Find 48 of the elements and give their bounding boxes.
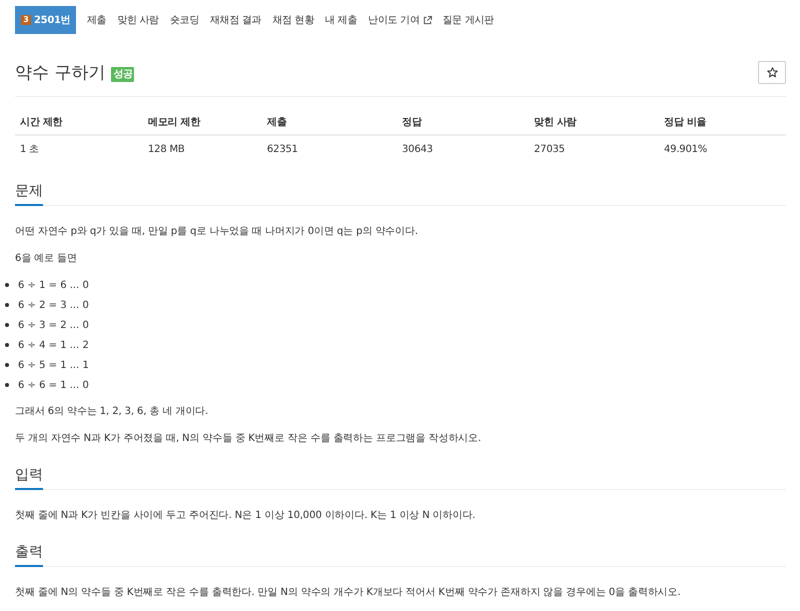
list-item: 6 ÷ 2 = 3 ... 0 xyxy=(18,298,89,312)
status-label: 성공 xyxy=(111,67,134,82)
nav-tab[interactable]: 3 2501번 xyxy=(15,6,76,34)
list-item: 6 ÷ 3 = 2 ... 0 xyxy=(18,318,89,332)
column-header: 메모리 제한 xyxy=(147,116,202,130)
column-header: 맞힌 사람 xyxy=(533,116,578,130)
bullet-icon xyxy=(5,323,9,327)
list-item: 6 ÷ 6 = 1 ... 0 xyxy=(18,378,89,392)
table-cell-text: 128 MB xyxy=(147,143,186,157)
table-cell-text: 27035 xyxy=(533,143,566,157)
table-cell-text: 30643 xyxy=(401,143,434,157)
nav-tab[interactable]: 채점 현황 xyxy=(266,6,320,34)
description-text: 그래서 6의 약수는 1, 2, 3, 6, 총 네 개이다. xyxy=(15,405,210,419)
bullet-icon xyxy=(5,383,9,387)
bullet-icon xyxy=(5,343,9,347)
bullet-icon xyxy=(5,283,9,287)
description-text: 첫째 줄에 N과 K가 빈칸을 사이에 두고 주어진다. N은 1 이상 10,000 이하이다. K는 1 이상 N 이하이다. xyxy=(15,509,476,523)
list-item: 6 ÷ 1 = 6 ... 0 xyxy=(18,278,89,292)
column-header: 제출 xyxy=(266,116,288,130)
description-text: 6을 예로 들면 xyxy=(15,252,78,266)
description-text: 어떤 자연수 p와 q가 있을 때, 만일 p를 q로 나누었을 때 나머지가 0이면 q는 p의 약수이다. xyxy=(15,225,419,239)
nav-tab[interactable]: 맞힌 사람 xyxy=(112,6,164,34)
column-header: 정답 비율 xyxy=(663,116,708,130)
external-link-icon xyxy=(422,16,432,24)
star-icon xyxy=(766,67,778,78)
description-text: 두 개의 자연수 N과 K가 주어졌을 때, N의 약수들 중 K번째로 작은 수를 출력하는 프로그램을 작성하시오. xyxy=(15,432,482,446)
column-header: 정답 xyxy=(401,116,423,130)
nav-tab[interactable]: 제출 xyxy=(81,6,112,34)
bullet-icon xyxy=(5,363,9,367)
table-cell-text: 62351 xyxy=(266,143,299,157)
section-heading: 문제 xyxy=(15,179,43,206)
description-text: 첫째 줄에 N의 약수들 중 K번째로 작은 수를 출력한다. 만일 N의 약수의 개수가 K개보다 적어서 K번째 약수가 존재하지 않을 경우에는 0을 출력하시오. xyxy=(15,586,682,600)
section-heading: 출력 xyxy=(15,540,43,567)
nav-tab[interactable]: 질문 게시판 xyxy=(437,6,500,34)
table-cell-text: 1 초 xyxy=(19,143,40,157)
problem-title: 약수 구하기 xyxy=(15,62,106,84)
star-button[interactable] xyxy=(758,61,786,84)
column-header: 시간 제한 xyxy=(19,116,64,130)
nav-tab[interactable]: 재채점 결과 xyxy=(204,6,267,34)
bullet-icon xyxy=(5,303,9,307)
nav-tab[interactable]: 난이도 기여 xyxy=(362,6,437,34)
list-item: 6 ÷ 5 = 1 ... 1 xyxy=(18,358,89,372)
list-item: 6 ÷ 4 = 1 ... 2 xyxy=(18,338,89,352)
table-cell-text: 49.901% xyxy=(663,143,708,157)
section-heading: 입력 xyxy=(15,463,43,490)
tier-badge: 3 xyxy=(21,15,31,25)
nav-tab[interactable]: 숏코딩 xyxy=(164,6,205,34)
nav-tab[interactable]: 내 제출 xyxy=(320,6,363,34)
